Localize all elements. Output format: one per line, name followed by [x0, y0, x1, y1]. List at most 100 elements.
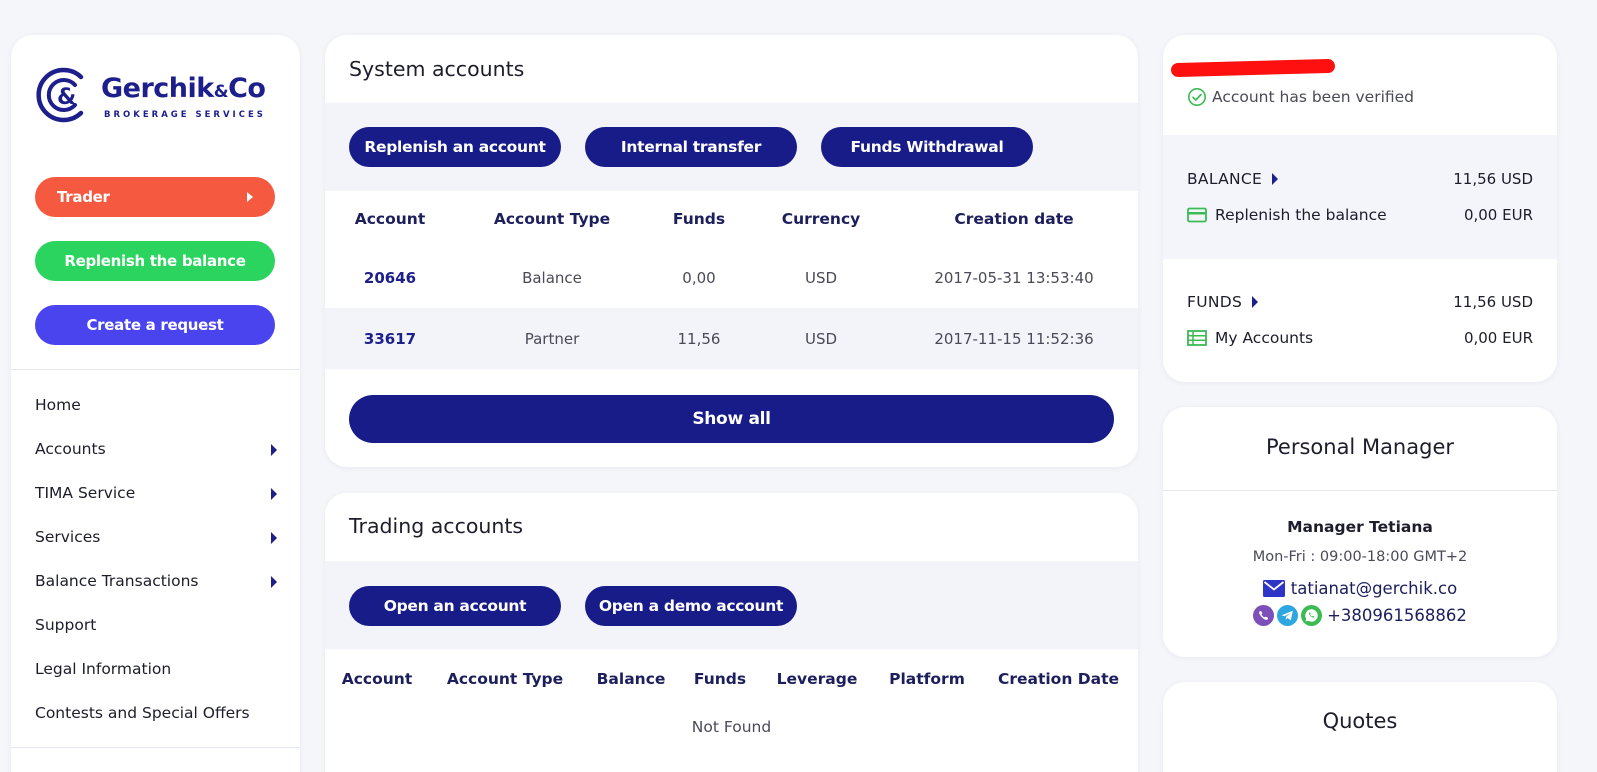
create-request-button-label: Create a request [86, 316, 224, 334]
trading-table-header: Account Account Type Balance Funds Lever… [325, 651, 1138, 707]
caret-right-icon [1272, 173, 1279, 185]
gerchik-logo-icon: & [36, 67, 84, 123]
sidebar-item-accounts[interactable]: Accounts [35, 435, 280, 479]
verification-status: Account has been verified [1187, 87, 1414, 107]
sidebar-item-tima-service[interactable]: TIMA Service [35, 479, 280, 523]
account-number-link[interactable]: 20646 [325, 247, 455, 308]
sidebar-item-support[interactable]: Support [35, 611, 280, 655]
column-header[interactable]: Currency [749, 191, 893, 247]
open-account-button[interactable]: Open an account [349, 586, 561, 626]
replenish-eur-value: 0,00 EUR [1463, 206, 1533, 224]
envelope-icon [1262, 580, 1285, 597]
column-header[interactable]: Account Type [429, 651, 581, 707]
replenish-balance-button-label: Replenish the balance [64, 252, 246, 270]
system-actions-bar: Replenish an account Internal transfer F… [325, 103, 1138, 191]
trader-button[interactable]: Trader [35, 177, 275, 217]
replenish-balance-button[interactable]: Replenish the balance [35, 241, 275, 281]
trader-button-label: Trader [57, 188, 110, 206]
telegram-icon[interactable] [1277, 605, 1299, 626]
empty-state-text: Not Found [691, 718, 772, 736]
create-request-button[interactable]: Create a request [35, 305, 275, 345]
svg-text:&: & [57, 85, 76, 110]
column-header[interactable]: Creation Date [979, 651, 1138, 707]
manager-phone: +380961568862 [1163, 605, 1557, 626]
table-list-icon [1187, 330, 1207, 346]
quotes-title: Quotes [1322, 709, 1398, 733]
column-header[interactable]: Funds [649, 191, 749, 247]
check-circle-icon [1188, 88, 1206, 106]
quotes-card: Quotes [1163, 682, 1557, 772]
caret-right-icon [1252, 296, 1259, 308]
balance-section: BALANCE 11,56 USD Replenish the balance … [1163, 135, 1557, 259]
replenish-account-button[interactable]: Replenish an account [349, 127, 561, 167]
funds-cell: 0,00 [682, 268, 716, 287]
sidebar-divider [11, 369, 300, 370]
manager-name: Manager Tetiana [1287, 518, 1433, 536]
replenish-balance-link[interactable]: Replenish the balance [1187, 206, 1387, 224]
internal-transfer-button[interactable]: Internal transfer [585, 127, 797, 167]
funds-usd-value: 11,56 USD [1453, 293, 1533, 311]
column-header[interactable]: Account Type [455, 191, 649, 247]
column-header[interactable]: Balance [581, 651, 681, 707]
open-demo-account-button[interactable]: Open a demo account [585, 586, 797, 626]
caret-right-icon [247, 192, 253, 202]
show-all-button[interactable]: Show all [349, 395, 1114, 443]
credit-card-icon [1187, 207, 1207, 223]
sidebar-item-home[interactable]: Home [35, 391, 280, 435]
column-header[interactable]: Account [325, 651, 429, 707]
sidebar-item-contests[interactable]: Contests and Special Offers [35, 699, 280, 743]
sidebar-item-legal-information[interactable]: Legal Information [35, 655, 280, 699]
funds-withdrawal-button[interactable]: Funds Withdrawal [821, 127, 1033, 167]
funds-cell: 11,56 [677, 329, 721, 348]
account-summary-card: Account has been verified BALANCE 11,56 … [1163, 35, 1557, 382]
sidebar: & Gerchik&Co BROKERAGE SERVICES Trader R… [11, 35, 300, 772]
sidebar-item-balance-transactions[interactable]: Balance Transactions [35, 567, 280, 611]
column-header[interactable]: Funds [681, 651, 759, 707]
column-header[interactable]: Creation date [893, 191, 1135, 247]
creation-date-cell: 2017-05-31 13:53:40 [934, 268, 1094, 287]
manager-email-link[interactable]: tatianat@gerchik.co [1163, 579, 1557, 598]
whatsapp-icon[interactable] [1301, 605, 1323, 626]
system-accounts-title: System accounts [349, 57, 525, 81]
currency-cell: USD [804, 329, 838, 348]
caret-right-icon [271, 532, 277, 544]
trading-accounts-card: Trading accounts Open an account Open a … [325, 493, 1138, 772]
replenish-row: Replenish the balance 0,00 EUR [1187, 204, 1533, 226]
caret-right-icon [271, 444, 277, 456]
funds-toggle[interactable]: FUNDS [1187, 293, 1259, 311]
personal-manager-card: Personal Manager Manager Tetiana Mon-Fri… [1163, 407, 1557, 657]
verification-text: Account has been verified [1212, 88, 1415, 106]
manager-divider [1163, 490, 1557, 491]
creation-date-cell: 2017-11-15 11:52:36 [934, 329, 1094, 348]
account-type-cell: Balance [522, 268, 582, 287]
sidebar-divider [11, 747, 300, 748]
my-accounts-row: My Accounts 0,00 EUR [1187, 327, 1533, 349]
sidebar-nav: Home Accounts TIMA Service Services Bala… [35, 391, 280, 743]
brand-tagline: BROKERAGE SERVICES [104, 110, 266, 120]
balance-usd-value: 11,56 USD [1453, 170, 1533, 188]
trading-actions-bar: Open an account Open a demo account [325, 561, 1138, 649]
table-row[interactable]: 33617 Partner 11,56 USD 2017-11-15 11:52… [325, 308, 1138, 369]
balance-toggle[interactable]: BALANCE [1187, 170, 1279, 188]
funds-row: FUNDS 11,56 USD [1187, 291, 1533, 313]
manager-phone-number[interactable]: +380961568862 [1327, 606, 1467, 625]
table-row[interactable]: 20646 Balance 0,00 USD 2017-05-31 13:53:… [325, 247, 1138, 308]
column-header[interactable]: Account [325, 191, 455, 247]
personal-manager-title: Personal Manager [1266, 435, 1454, 459]
balance-row: BALANCE 11,56 USD [1187, 168, 1533, 190]
redacted-username [1170, 58, 1336, 78]
sidebar-item-services[interactable]: Services [35, 523, 280, 567]
manager-hours: Mon-Fri : 09:00-18:00 GMT+2 [1252, 549, 1468, 565]
column-header[interactable]: Leverage [759, 651, 875, 707]
column-header[interactable]: Platform [875, 651, 979, 707]
brand-logo[interactable]: & Gerchik&Co BROKERAGE SERVICES [35, 65, 275, 125]
viber-icon[interactable] [1253, 605, 1275, 626]
my-accounts-eur-value: 0,00 EUR [1463, 329, 1533, 347]
account-number-link[interactable]: 33617 [325, 308, 455, 369]
my-accounts-link[interactable]: My Accounts [1187, 329, 1313, 347]
system-accounts-card: System accounts Replenish an account Int… [325, 35, 1138, 467]
system-table-header: Account Account Type Funds Currency Crea… [325, 191, 1138, 247]
caret-right-icon [271, 488, 277, 500]
caret-right-icon [271, 576, 277, 588]
account-type-cell: Partner [524, 329, 580, 348]
